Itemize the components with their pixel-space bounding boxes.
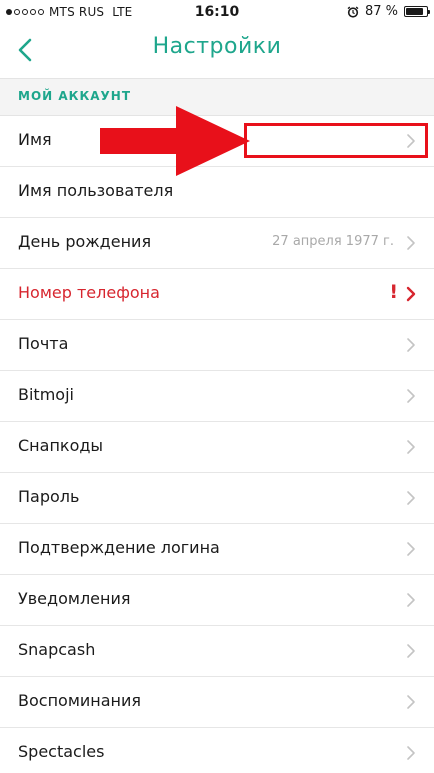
settings-row-3[interactable]: День рождения 27 апреля 1977 г.: [0, 218, 434, 269]
row-label: Уведомления: [18, 589, 131, 608]
settings-row-7[interactable]: Снапкоды: [0, 422, 434, 473]
settings-row-12[interactable]: Воспоминания: [0, 677, 434, 728]
nav-bar: Настройки: [0, 26, 434, 74]
chevron-right-icon: [407, 695, 415, 709]
row-label: Пароль: [18, 487, 80, 506]
alarm-icon: [347, 5, 359, 18]
row-label: Почта: [18, 334, 69, 353]
settings-row-10[interactable]: Уведомления: [0, 575, 434, 626]
status-bar: MTS RUS LTE 16:10 87 %: [0, 0, 434, 26]
red-arrow-icon: [100, 106, 250, 176]
chevron-right-icon: [407, 338, 415, 352]
chevron-right-icon: [407, 440, 415, 454]
settings-screen: MTS RUS LTE 16:10 87 % Настройки МОЙ АКК…: [0, 0, 434, 773]
settings-row-8[interactable]: Пароль: [0, 473, 434, 524]
chevron-right-icon: [407, 236, 415, 250]
row-label: Воспоминания: [18, 691, 142, 710]
row-label: Имя пользователя: [18, 181, 174, 200]
row-label: Подтверждение логина: [18, 538, 220, 557]
row-label: День рождения: [18, 232, 152, 251]
chevron-right-icon: [406, 286, 416, 302]
highlight-box: [244, 123, 428, 158]
chevron-right-icon: [407, 644, 415, 658]
chevron-right-icon: [407, 593, 415, 607]
row-label: Bitmoji: [18, 385, 74, 404]
settings-row-4[interactable]: Номер телефона!: [0, 269, 434, 320]
status-right: 87 %: [347, 4, 430, 19]
chevron-right-icon: [407, 491, 415, 505]
page-title: Настройки: [152, 34, 282, 59]
row-label: Снапкоды: [18, 436, 104, 455]
alert-exclamation-icon: !: [389, 281, 398, 303]
settings-row-9[interactable]: Подтверждение логина: [0, 524, 434, 575]
settings-row-13[interactable]: Spectacles: [0, 728, 434, 773]
battery-percent: 87 %: [364, 4, 398, 19]
settings-list: Имя Имя пользователя День рождения 27 апрел…: [0, 116, 434, 773]
row-label: Spectacles: [18, 742, 105, 761]
row-label: Snapcash: [18, 640, 96, 659]
settings-row-6[interactable]: Bitmoji: [0, 371, 434, 422]
settings-row-5[interactable]: Почта: [0, 320, 434, 371]
row-value: 27 апреля 1977 г.: [272, 234, 394, 249]
section-title: МОЙ АККАУНТ: [18, 89, 132, 103]
row-label: Имя: [18, 130, 52, 149]
battery-icon: [404, 6, 430, 17]
settings-row-11[interactable]: Snapcash: [0, 626, 434, 677]
chevron-right-icon: [407, 542, 415, 556]
chevron-right-icon: [407, 389, 415, 403]
battery-fill: [406, 8, 423, 15]
row-label: Номер телефона: [18, 283, 160, 302]
chevron-right-icon: [407, 746, 415, 760]
